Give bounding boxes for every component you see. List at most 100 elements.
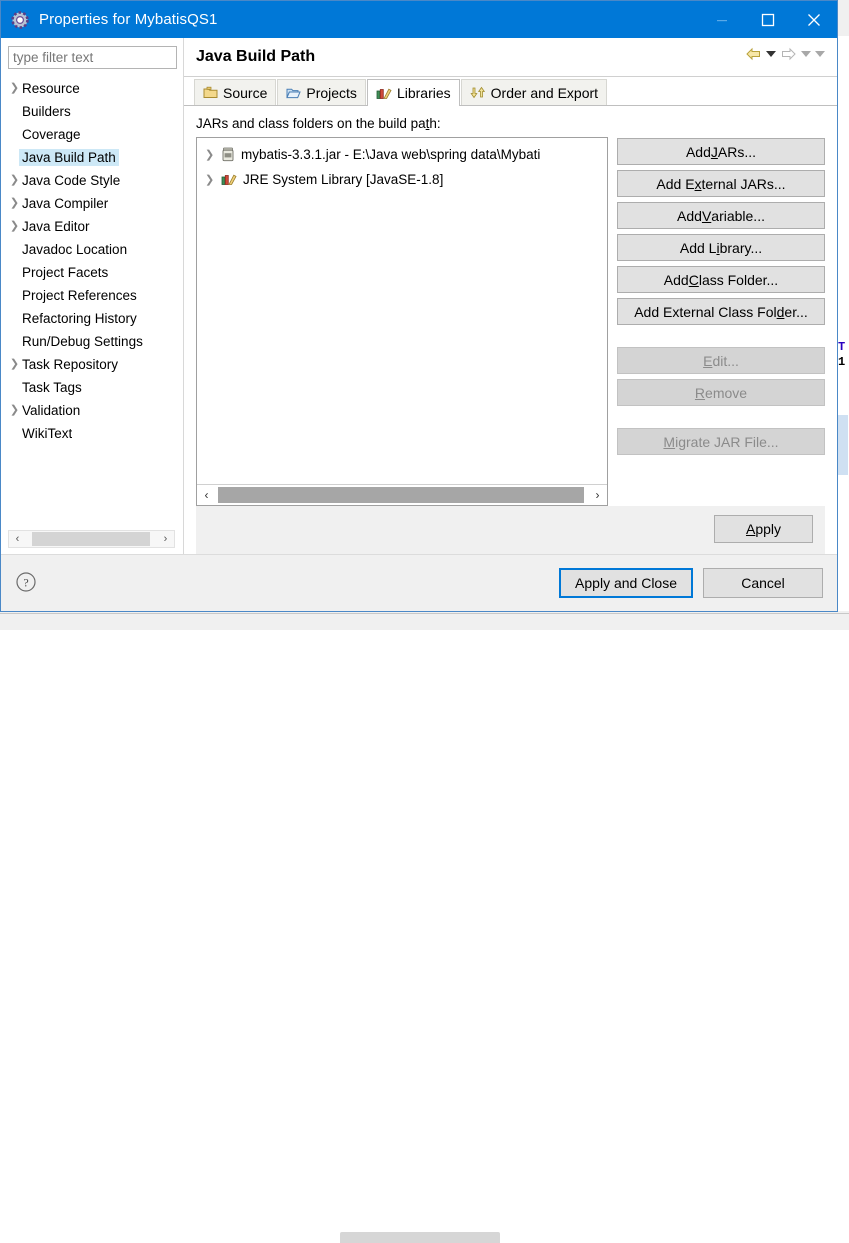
btn-text-post: pply bbox=[755, 521, 782, 537]
chevron-right-icon[interactable]: ❯ bbox=[205, 173, 221, 186]
jars-list-box[interactable]: ❯ mybatis-3.3.1.jar - E:\Java web\spring… bbox=[196, 137, 608, 506]
sidebar-item-project-facets[interactable]: Project Facets bbox=[1, 261, 183, 284]
btn-mnemonic: M bbox=[663, 433, 676, 450]
help-icon[interactable]: ? bbox=[15, 571, 37, 596]
order-export-icon bbox=[470, 86, 486, 99]
tab-libraries[interactable]: Libraries bbox=[366, 79, 460, 106]
add-variable-button[interactable]: Add Variable... bbox=[617, 202, 825, 229]
dialog-titlebar[interactable]: Properties for MybatisQS1 bbox=[1, 1, 837, 38]
sidebar-item-coverage[interactable]: Coverage bbox=[1, 123, 183, 146]
forward-history-chevron-down-icon bbox=[801, 51, 811, 57]
page-header: Java Build Path bbox=[184, 38, 837, 77]
chevron-right-icon[interactable]: ❯ bbox=[7, 83, 22, 94]
btn-text-post: ariable... bbox=[711, 207, 765, 224]
projects-folder-icon bbox=[286, 86, 302, 99]
scroll-thumb[interactable] bbox=[32, 532, 150, 546]
sidebar-item-builders[interactable]: Builders bbox=[1, 100, 183, 123]
sidebar-item-resource[interactable]: ❯ Resource bbox=[1, 77, 183, 100]
sidebar-item-java-build-path[interactable]: Java Build Path bbox=[1, 146, 183, 169]
btn-mnemonic: J bbox=[710, 143, 718, 160]
btn-text-post: ARs... bbox=[717, 143, 757, 160]
chevron-right-icon[interactable]: ❯ bbox=[205, 148, 221, 161]
background-code-line-2: 1 bbox=[838, 355, 846, 369]
scroll-right-icon[interactable]: › bbox=[157, 531, 174, 547]
sidebar-item-task-repository[interactable]: ❯ Task Repository bbox=[1, 353, 183, 376]
chevron-right-icon[interactable]: ❯ bbox=[7, 175, 22, 186]
properties-dialog: Properties for MybatisQS1 ❯ bbox=[0, 0, 838, 612]
sidebar-item-java-editor[interactable]: ❯ Java Editor bbox=[1, 215, 183, 238]
gear-icon bbox=[11, 10, 29, 29]
sidebar-item-label: Validation bbox=[22, 403, 81, 418]
tab-label: Order and Export bbox=[490, 84, 599, 101]
scroll-left-icon[interactable]: ‹ bbox=[9, 531, 26, 547]
dialog-body: ❯ Resource Builders Coverage Java Build … bbox=[1, 38, 837, 554]
sidebar-item-project-references[interactable]: Project References bbox=[1, 284, 183, 307]
sidebar-item-run-debug-settings[interactable]: Run/Debug Settings bbox=[1, 330, 183, 353]
close-button[interactable] bbox=[791, 1, 837, 38]
add-external-jars-button[interactable]: Add Ex ternal JARs... bbox=[617, 170, 825, 197]
sidebar-item-javadoc-location[interactable]: Javadoc Location bbox=[1, 238, 183, 261]
apply-button[interactable]: Apply bbox=[714, 515, 813, 543]
cancel-button[interactable]: Cancel bbox=[703, 568, 823, 598]
jars-list[interactable]: ❯ mybatis-3.3.1.jar - E:\Java web\spring… bbox=[197, 138, 607, 484]
sidebar-item-java-compiler[interactable]: ❯ Java Compiler bbox=[1, 192, 183, 215]
sidebar-item-label: WikiText bbox=[22, 426, 73, 441]
sidebar-item-task-tags[interactable]: Task Tags bbox=[1, 376, 183, 399]
sidebar-item-refactoring-history[interactable]: Refactoring History bbox=[1, 307, 183, 330]
btn-mnemonic: x bbox=[694, 175, 702, 192]
apply-row: Apply bbox=[196, 506, 825, 554]
sidebar-item-java-code-style[interactable]: ❯ Java Code Style bbox=[1, 169, 183, 192]
settings-nav-pane: ❯ Resource Builders Coverage Java Build … bbox=[1, 38, 184, 554]
page-menu-chevron-down-icon[interactable] bbox=[815, 51, 825, 57]
filter-input[interactable] bbox=[9, 50, 176, 65]
minimize-button[interactable] bbox=[699, 1, 745, 38]
sidebar-item-validation[interactable]: ❯ Validation bbox=[1, 399, 183, 422]
tab-label: Projects bbox=[306, 84, 357, 101]
sidebar-item-wikitext[interactable]: WikiText bbox=[1, 422, 183, 445]
sidebar-item-label: Coverage bbox=[22, 127, 81, 142]
btn-text-post: emove bbox=[705, 384, 748, 401]
scroll-left-icon[interactable]: ‹ bbox=[197, 485, 216, 505]
btn-mnemonic: V bbox=[701, 207, 712, 224]
list-item[interactable]: ❯ JRE System Library [JavaSE-1.8] bbox=[197, 167, 607, 192]
page-title: Java Build Path bbox=[196, 48, 316, 65]
settings-tree[interactable]: ❯ Resource Builders Coverage Java Build … bbox=[1, 75, 183, 530]
scroll-track[interactable] bbox=[216, 485, 588, 505]
add-library-button[interactable]: Add Li brary... bbox=[617, 234, 825, 261]
add-class-folder-button[interactable]: Add Class Folder... bbox=[617, 266, 825, 293]
btn-mnemonic: C bbox=[688, 271, 699, 288]
back-history-chevron-down-icon[interactable] bbox=[766, 51, 776, 57]
chevron-right-icon[interactable]: ❯ bbox=[7, 359, 22, 370]
dialog-title: Properties for MybatisQS1 bbox=[39, 11, 218, 28]
btn-mnemonic: A bbox=[745, 521, 756, 537]
page-history-nav bbox=[745, 47, 825, 61]
filter-box[interactable] bbox=[8, 46, 177, 69]
tab-source[interactable]: Source bbox=[194, 79, 277, 105]
libraries-icon bbox=[376, 87, 392, 100]
tab-order-and-export[interactable]: Order and Export bbox=[460, 79, 608, 105]
apply-and-close-button[interactable]: Apply and Close bbox=[559, 568, 693, 598]
sidebar-item-label: Task Tags bbox=[22, 380, 82, 395]
tab-label: Libraries bbox=[396, 85, 451, 101]
add-jars-button[interactable]: Add J ARs... bbox=[617, 138, 825, 165]
list-item[interactable]: ❯ mybatis-3.3.1.jar - E:\Java web\spring… bbox=[197, 142, 607, 167]
sidebar-item-label: Java Code Style bbox=[22, 173, 121, 188]
scroll-right-icon[interactable]: › bbox=[588, 485, 607, 505]
chevron-right-icon[interactable]: ❯ bbox=[7, 198, 22, 209]
chevron-right-icon[interactable]: ❯ bbox=[7, 221, 22, 232]
scroll-track[interactable] bbox=[26, 531, 157, 547]
sidebar-item-label: Run/Debug Settings bbox=[22, 334, 143, 349]
libraries-tab-page: JARs and class folders on the build path… bbox=[184, 106, 837, 554]
sidebar-item-label: Project References bbox=[22, 288, 137, 303]
scroll-thumb[interactable] bbox=[218, 487, 584, 503]
libraries-button-column: Add J ARs... Add Ex ternal JARs... Add Var… bbox=[617, 137, 825, 506]
maximize-button[interactable] bbox=[745, 1, 791, 38]
add-external-class-folder-button[interactable]: Add External Class Fol d er... bbox=[617, 298, 825, 325]
sidebar-horizontal-scrollbar[interactable]: ‹ › bbox=[8, 530, 175, 548]
remove-button: Remove bbox=[617, 379, 825, 406]
tab-projects[interactable]: Projects bbox=[277, 79, 366, 105]
jars-horizontal-scrollbar[interactable]: ‹ › bbox=[197, 484, 607, 505]
back-arrow-icon[interactable] bbox=[745, 47, 762, 61]
chevron-right-icon[interactable]: ❯ bbox=[7, 405, 22, 416]
btn-mnemonic: E bbox=[703, 352, 713, 369]
